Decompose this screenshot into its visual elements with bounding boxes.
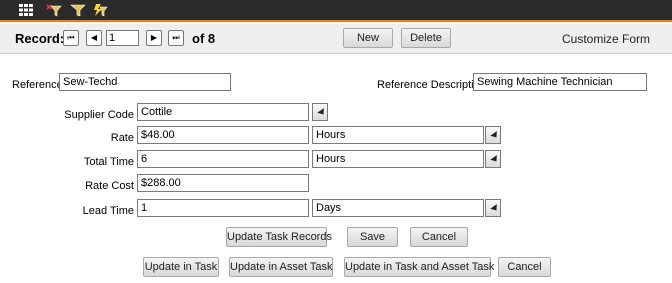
total-time-unit-select[interactable]: Hours [312,150,484,168]
lead-time-unit-select[interactable]: Days [312,199,484,217]
filter-icon[interactable] [70,3,86,17]
reference-description-field[interactable]: Sewing Machine Technician [473,73,647,91]
record-count: of 8 [192,31,216,46]
rate-label: Rate [110,132,134,144]
rate-unit-dropdown-button[interactable] [485,126,501,144]
first-record-button[interactable]: ⏮ [63,30,79,46]
record-label: Record: [15,31,65,46]
supplier-code-dropdown-button[interactable] [312,103,328,121]
record-nav-bar: Record: ⏮ ◀ 1 ▶ ⏭ of 8 New Delete Custom… [0,24,672,54]
save-button[interactable]: Save [347,227,398,247]
update-task-records-button[interactable]: Update Task Records [226,227,332,247]
reference-field[interactable]: Sew-Techd [59,73,231,91]
cancel-button[interactable]: Cancel [410,227,468,247]
last-record-button[interactable]: ⏭ [168,30,184,46]
supplier-code-field[interactable]: Cottile [137,103,309,121]
update-in-task-and-asset-task-button[interactable]: Update in Task and Asset Task [344,257,494,277]
record-number-input[interactable]: 1 [106,30,139,46]
total-time-unit-dropdown-button[interactable] [485,150,501,168]
lead-time-label: Lead Time [82,205,134,217]
rate-cost-field[interactable]: $288.00 [137,174,309,192]
update-in-asset-task-button[interactable]: Update in Asset Task [229,257,333,277]
total-time-label: Total Time [83,156,134,168]
lead-time-unit-dropdown-button[interactable] [485,199,501,217]
cancel-button-secondary[interactable]: Cancel [498,257,551,277]
rate-cost-label: Rate Cost [85,180,134,192]
total-time-field[interactable]: 6 [137,150,309,168]
rate-unit-select[interactable]: Hours [312,126,484,144]
supplier-code-label: Supplier Code [64,109,134,121]
top-toolbar [0,0,672,22]
grid-icon[interactable] [18,3,34,17]
next-record-button[interactable]: ▶ [146,30,162,46]
new-button[interactable]: New [343,28,393,48]
delete-button[interactable]: Delete [401,28,451,48]
customize-form-link[interactable]: Customize Form [562,32,650,46]
filter-clear-icon[interactable] [46,3,62,17]
reference-description-label: Reference Description [377,79,486,91]
quick-filter-icon[interactable] [92,3,108,17]
prev-record-button[interactable]: ◀ [86,30,102,46]
update-in-task-button[interactable]: Update in Task [143,257,219,277]
rate-field[interactable]: $48.00 [137,126,309,144]
lead-time-field[interactable]: 1 [137,199,309,217]
reference-label: Reference [12,79,63,91]
